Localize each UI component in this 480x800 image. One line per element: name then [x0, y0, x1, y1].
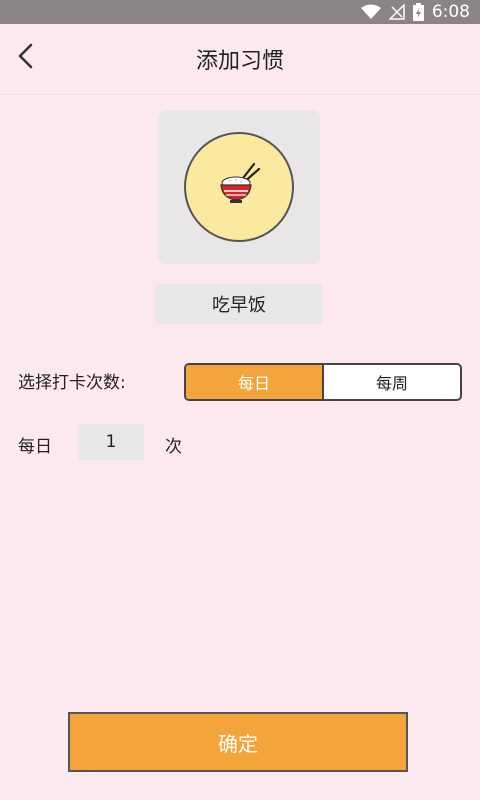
status-icons: 6:08 — [360, 0, 470, 24]
confirm-button[interactable]: 确定 — [68, 712, 408, 772]
habit-name-field[interactable]: 吃早饭 — [155, 284, 323, 324]
page-title: 添加习惯 — [195, 49, 284, 74]
habit-icon-picker[interactable] — [158, 110, 320, 264]
frequency-daily-button[interactable]: 每日 — [186, 365, 322, 399]
wifi-icon — [360, 4, 381, 20]
frequency-weekly-button[interactable]: 每周 — [322, 365, 460, 399]
back-button[interactable] — [6, 38, 46, 78]
count-prefix-label: 每日 — [18, 437, 52, 457]
app-bar: 添加习惯 — [0, 24, 480, 95]
count-suffix-label: 次 — [165, 437, 182, 457]
rice-bowl-icon — [214, 160, 264, 214]
frequency-segmented-control: 每日 每周 — [184, 363, 462, 401]
battery-charging-icon — [412, 3, 424, 21]
count-input[interactable]: 1 — [78, 424, 144, 460]
frequency-label: 选择打卡次数: — [18, 373, 126, 393]
habit-icon-circle — [184, 132, 294, 242]
signal-icon — [388, 4, 405, 20]
status-bar: 6:08 — [0, 0, 480, 24]
back-arrow-icon — [15, 43, 37, 73]
status-time: 6:08 — [431, 2, 470, 22]
